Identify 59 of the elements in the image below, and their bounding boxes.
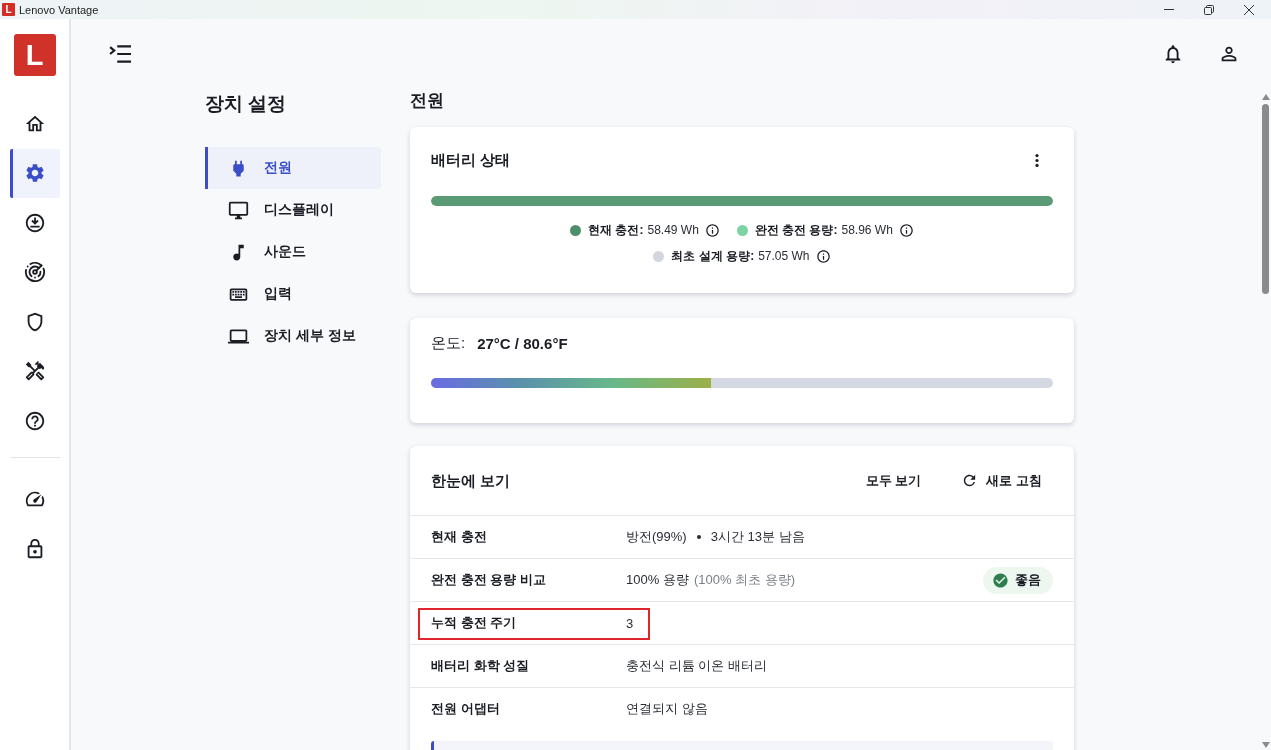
info-icon	[704, 222, 720, 238]
view-all-button[interactable]: 모두 보기	[865, 467, 922, 494]
scroll-down-icon	[1261, 742, 1270, 748]
row-label: 누적 충전 주기	[431, 614, 518, 632]
title-logo: L	[2, 3, 15, 16]
radar-icon	[23, 261, 46, 284]
row-value: 방전(99%)	[626, 528, 687, 546]
tools-icon	[23, 360, 46, 383]
check-icon	[992, 571, 1009, 589]
page-title: 전원	[410, 90, 445, 112]
help-icon	[23, 409, 46, 432]
row-hint: (100% 최초 용량)	[693, 571, 795, 589]
temperature-value: 27°C / 80.6°F	[477, 334, 568, 352]
row-value: 100% 용량	[626, 571, 689, 589]
monitor-icon	[228, 199, 249, 221]
info-icon	[898, 222, 914, 238]
row-detail: 3시간 13분 남음	[710, 528, 805, 546]
menu-icon	[109, 43, 131, 65]
restore-icon	[1204, 4, 1214, 15]
minimize-icon	[1164, 9, 1174, 10]
refresh-button[interactable]: 새로 고침	[961, 467, 1042, 494]
legend-label: 현재 충전:	[588, 221, 644, 239]
legend-value: 57.05 Wh	[758, 249, 810, 263]
row-value: 연결되지 않음	[626, 700, 708, 718]
info-button[interactable]	[898, 222, 914, 238]
row-label: 전원 어댑터	[431, 700, 501, 718]
close-icon	[1244, 4, 1254, 15]
menu-button[interactable]	[109, 43, 131, 65]
rail-nav-item[interactable]	[9, 148, 60, 198]
row-label: 현재 충전	[431, 528, 488, 546]
settings-nav-item[interactable]: 디스플레이	[205, 189, 381, 231]
legend-value: 58.96 Wh	[841, 223, 893, 237]
app-logo: L	[13, 34, 56, 76]
row-label: 배터리 화학 성질	[431, 657, 531, 675]
legend-value: 58.49 Wh	[647, 223, 699, 237]
section-heading: 장치 설정	[205, 92, 288, 116]
settings-icon	[23, 162, 46, 185]
card-title: 배터리 상태	[431, 150, 511, 170]
settings-nav-item[interactable]: 입력	[205, 273, 381, 315]
settings-nav-item[interactable]: 장치 세부 정보	[205, 315, 381, 357]
window-title: Lenovo Vantage	[19, 3, 99, 16]
info-button[interactable]	[704, 222, 720, 238]
scrollbar-thumb[interactable]	[1262, 104, 1269, 294]
separator-dot-icon	[696, 535, 701, 539]
row-label: 완전 충전 용량 비교	[431, 571, 547, 589]
legend-label: 완전 충전 용량:	[754, 221, 838, 239]
info-button[interactable]	[815, 248, 831, 264]
settings-nav-item[interactable]: 사운드	[205, 231, 381, 273]
scroll-up-icon	[1261, 94, 1270, 100]
kebab-icon	[1035, 153, 1039, 167]
status-badge: 좋음	[983, 566, 1053, 594]
download-icon	[23, 211, 46, 234]
row-value: 충전식 리튬 이온 배터리	[626, 657, 767, 675]
temperature-label: 온도:	[431, 333, 466, 353]
legend-label: 최초 설계 용량:	[671, 247, 755, 265]
card-title: 한눈에 보기	[431, 470, 512, 491]
settings-nav-item[interactable]: 전원	[205, 147, 381, 189]
row-value: 3	[626, 615, 634, 631]
info-icon	[815, 248, 831, 264]
